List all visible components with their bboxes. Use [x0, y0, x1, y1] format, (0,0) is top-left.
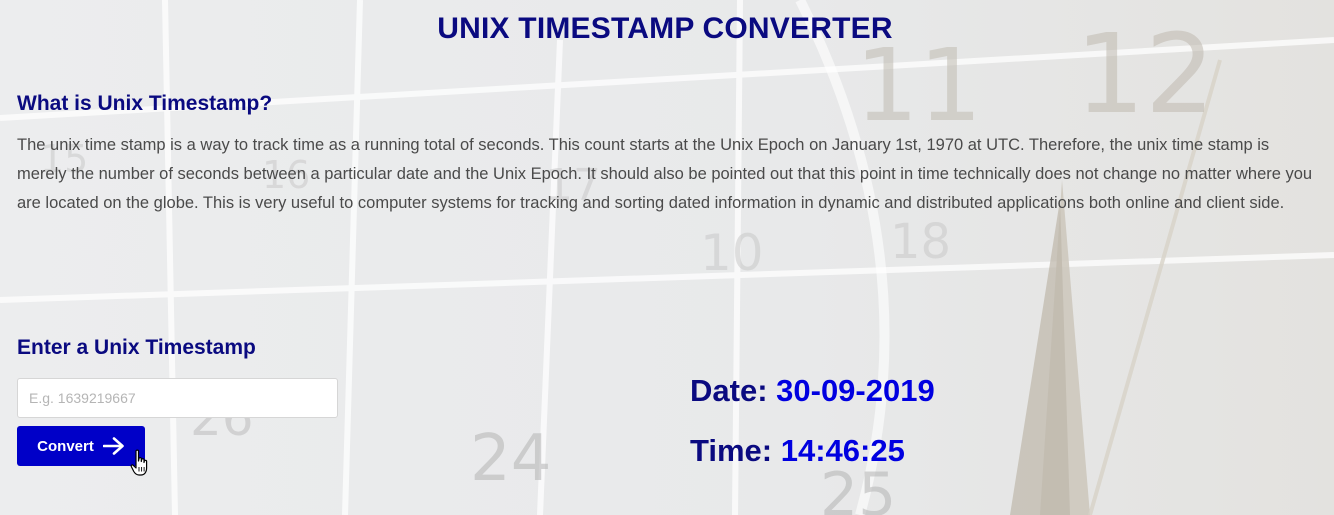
about-description: The unix time stamp is a way to track ti… — [17, 136, 1313, 212]
date-label: Date: — [690, 373, 768, 408]
result-date: Date: 30-09-2019 — [690, 373, 935, 409]
timestamp-input[interactable] — [17, 378, 338, 418]
hand-pointer-cursor-icon — [130, 449, 148, 476]
convert-button[interactable]: Convert — [17, 426, 145, 466]
result-time: Time: 14:46:25 — [690, 433, 905, 469]
arrow-right-icon — [102, 437, 124, 455]
main-content: UNIX TIMESTAMP CONVERTER What is Unix Ti… — [0, 0, 1334, 515]
date-value: 30-09-2019 — [776, 373, 935, 408]
time-label: Time: — [690, 433, 773, 468]
converter-heading: Enter a Unix Timestamp — [17, 336, 256, 359]
convert-button-label: Convert — [37, 437, 94, 455]
time-value: 14:46:25 — [780, 433, 905, 468]
page-title: UNIX TIMESTAMP CONVERTER — [437, 12, 893, 45]
about-heading: What is Unix Timestamp? — [17, 92, 273, 115]
